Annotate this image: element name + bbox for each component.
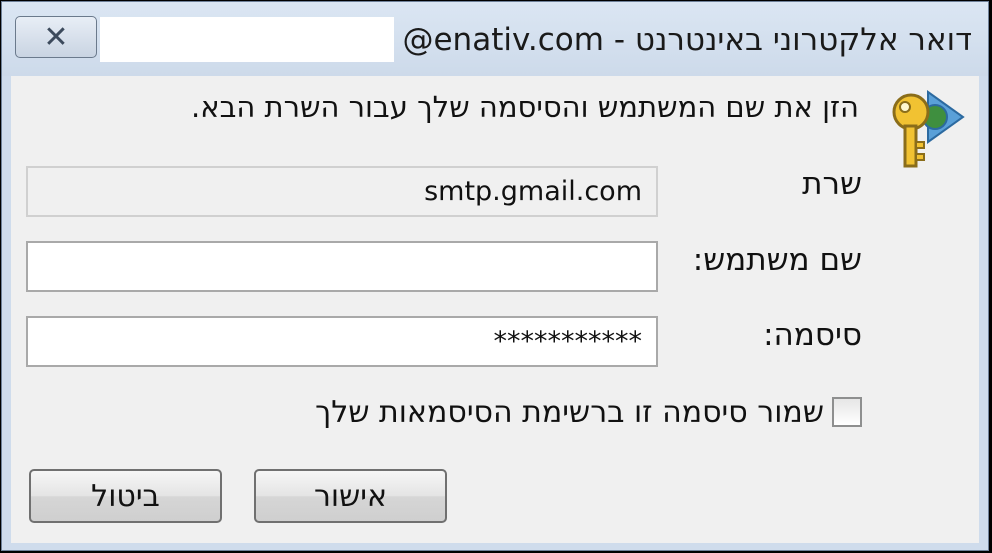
password-value: *********** [493, 326, 643, 357]
close-icon: ✕ [43, 19, 69, 55]
redacted-account-name [100, 17, 394, 62]
key-globe-icon [892, 90, 965, 168]
cancel-button[interactable]: ביטול [29, 469, 222, 523]
window-title: @enativ.com - דואר אלקטרוני באינטרנט [402, 22, 972, 58]
remember-password-checkbox[interactable] [832, 397, 862, 427]
password-label: סיסמה: [763, 317, 862, 353]
server-field: smtp.gmail.com [26, 166, 658, 217]
server-value: smtp.gmail.com [424, 176, 642, 207]
close-button[interactable]: ✕ [15, 16, 97, 58]
title-bar[interactable]: ✕ @enativ.com - דואר אלקטרוני באינטרנט [2, 2, 988, 76]
dialog-prompt: הזן את שם המשתמש והסיסמה שלך עבור השרת ה… [190, 90, 859, 124]
password-dialog-window: ✕ @enativ.com - דואר אלקטרוני באינטרנט ה… [1, 1, 989, 551]
username-input[interactable] [26, 241, 658, 292]
server-label: שרת [802, 166, 862, 202]
ok-button[interactable]: אישור [254, 469, 447, 523]
remember-password-label: שמור סיסמה זו ברשימת הסיסמאות שלך [315, 394, 824, 430]
dialog-content: הזן את שם המשתמש והסיסמה שלך עבור השרת ה… [11, 76, 979, 543]
username-label: שם משתמש: [692, 242, 862, 278]
password-input[interactable]: *********** [26, 316, 658, 367]
remember-password-option[interactable]: שמור סיסמה זו ברשימת הסיסמאות שלך [315, 394, 862, 430]
